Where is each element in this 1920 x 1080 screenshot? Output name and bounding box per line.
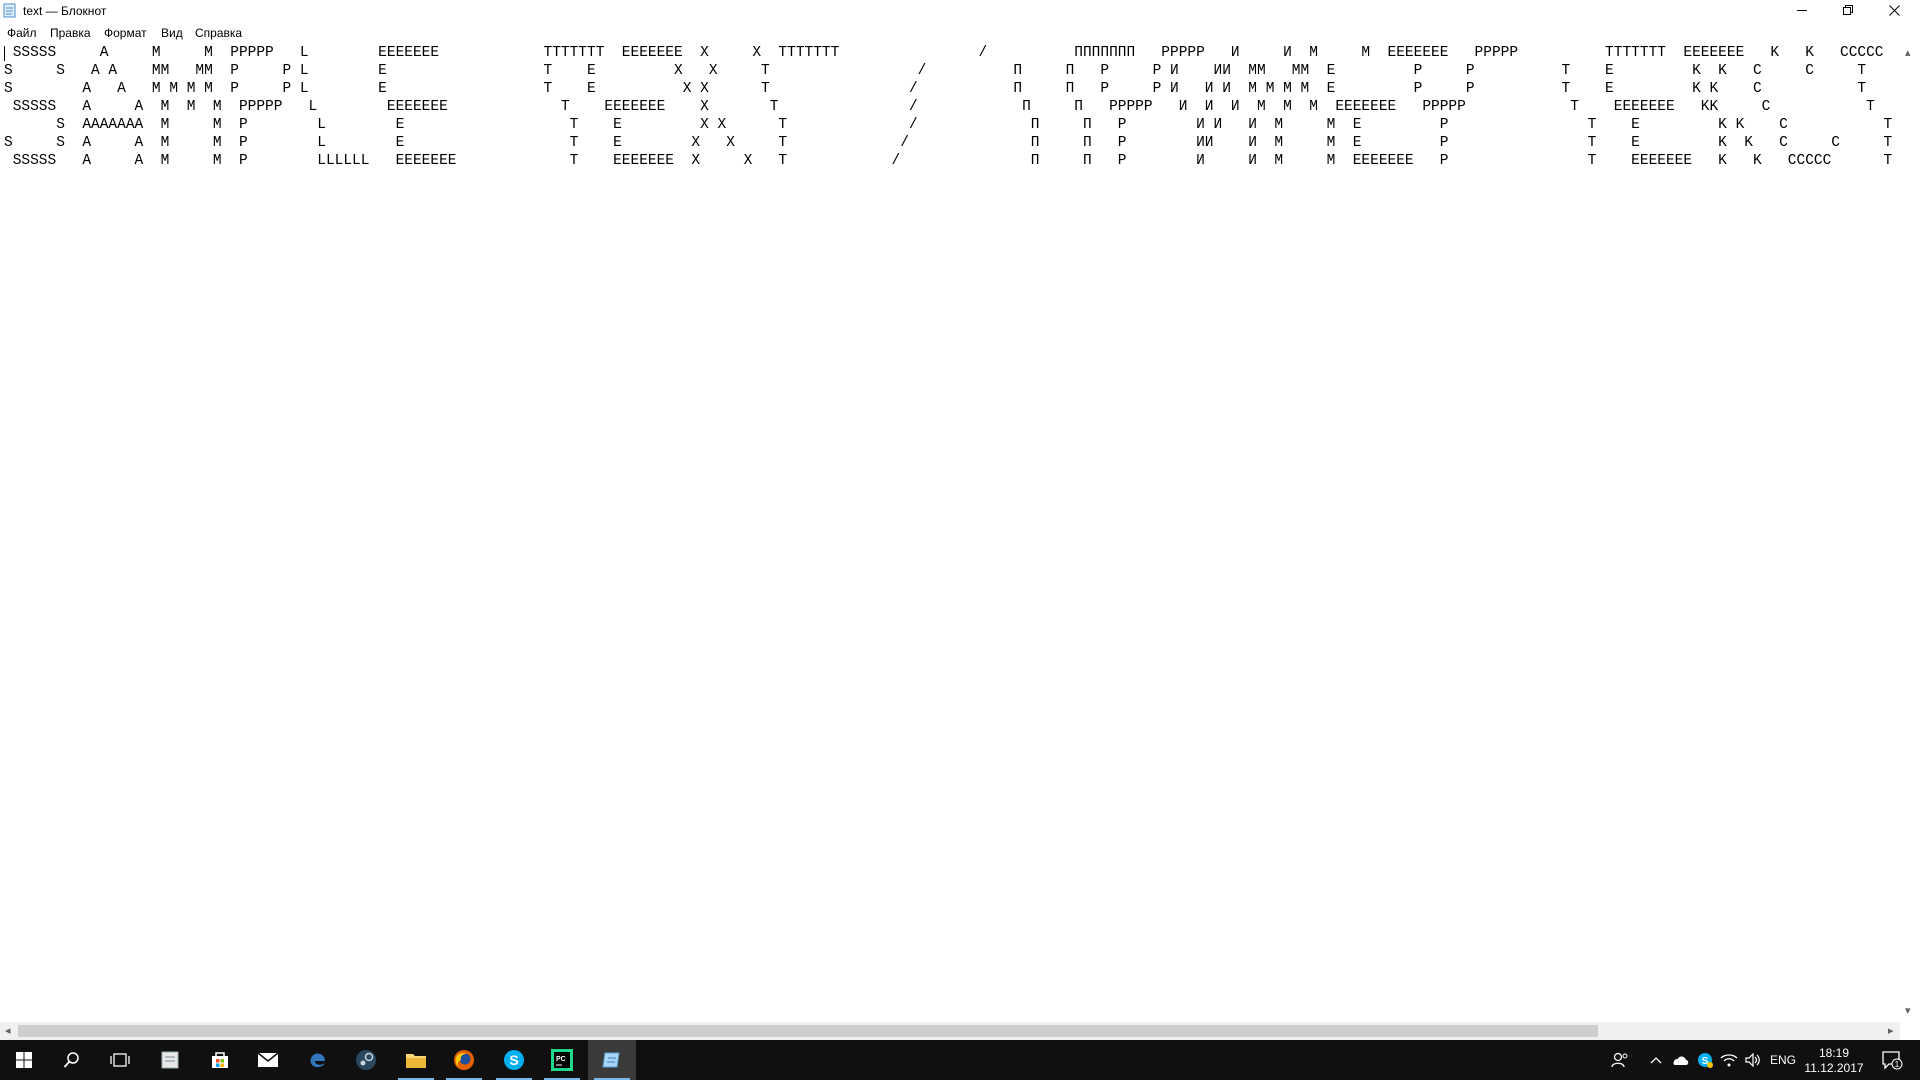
chevron-up-icon bbox=[1650, 1057, 1662, 1064]
taskbar-file-explorer[interactable] bbox=[392, 1040, 440, 1080]
steam-icon bbox=[356, 1050, 376, 1070]
document-text[interactable]: SSSSS A M M PPPPP L EEEEEEE TTTTTTT EEEE… bbox=[4, 44, 1900, 170]
horizontal-scroll-thumb[interactable] bbox=[18, 1025, 1598, 1037]
start-windows-icon bbox=[16, 1052, 32, 1068]
skype-tray[interactable]: S bbox=[1694, 1040, 1716, 1080]
svg-text:S: S bbox=[509, 1052, 518, 1068]
input-language-indicator[interactable]: ENG bbox=[1770, 1040, 1796, 1080]
scroll-left-arrow-icon[interactable]: ◂ bbox=[5, 1024, 11, 1037]
taskbar-skype[interactable]: S bbox=[490, 1040, 538, 1080]
show-hidden-icons-button[interactable] bbox=[1646, 1040, 1666, 1080]
scrollbar-corner bbox=[1900, 1022, 1920, 1040]
search-button[interactable] bbox=[48, 1040, 96, 1080]
taskbar-store[interactable] bbox=[196, 1040, 244, 1080]
taskbar: S PC S ENG 18:19 11.12.2017 1 bbox=[0, 1040, 1920, 1080]
scroll-right-arrow-icon[interactable]: ▸ bbox=[1888, 1024, 1894, 1037]
volume-tray[interactable] bbox=[1742, 1040, 1764, 1080]
window-title: text — Блокнот bbox=[23, 4, 107, 18]
menu-help[interactable]: Справка bbox=[195, 24, 242, 42]
clock-time: 18:19 bbox=[1818, 1046, 1850, 1060]
menu-edit[interactable]: Правка bbox=[50, 24, 91, 42]
menu-file[interactable]: Файл bbox=[7, 24, 37, 42]
menu-format[interactable]: Формат bbox=[104, 24, 147, 42]
minimize-button[interactable] bbox=[1780, 0, 1825, 22]
people-button[interactable] bbox=[1606, 1040, 1634, 1080]
volume-icon bbox=[1745, 1053, 1760, 1067]
start-button[interactable] bbox=[0, 1040, 48, 1080]
notification-icon: 1 bbox=[1882, 1051, 1903, 1070]
skype-tray-icon: S bbox=[1698, 1053, 1713, 1068]
search-icon bbox=[63, 1052, 79, 1068]
menu-view[interactable]: Вид bbox=[161, 24, 183, 42]
close-icon bbox=[1889, 5, 1900, 16]
scroll-up-arrow-icon[interactable]: ▴ bbox=[1905, 46, 1911, 59]
edge-icon bbox=[310, 1053, 325, 1068]
wifi-icon bbox=[1720, 1054, 1738, 1067]
title-bar[interactable]: text — Блокнот bbox=[0, 0, 1920, 22]
network-tray[interactable] bbox=[1718, 1040, 1740, 1080]
task-view-button[interactable] bbox=[96, 1040, 144, 1080]
notepad-app-icon bbox=[161, 1051, 179, 1069]
clock[interactable]: 18:19 11.12.2017 bbox=[1800, 1046, 1868, 1076]
restore-icon bbox=[1843, 5, 1853, 15]
taskbar-notepad-active[interactable] bbox=[588, 1040, 636, 1080]
store-icon bbox=[212, 1052, 228, 1068]
file-explorer-icon bbox=[406, 1054, 426, 1068]
svg-text:PC: PC bbox=[556, 1056, 566, 1063]
taskbar-firefox[interactable] bbox=[440, 1040, 488, 1080]
taskbar-mail[interactable] bbox=[244, 1040, 292, 1080]
notification-count: 1 bbox=[1895, 1060, 1900, 1069]
task-view-icon bbox=[110, 1053, 130, 1067]
taskbar-edge[interactable] bbox=[294, 1040, 342, 1080]
skype-icon: S bbox=[504, 1050, 524, 1070]
close-button[interactable] bbox=[1872, 0, 1917, 22]
pycharm-icon: PC bbox=[551, 1049, 573, 1071]
taskbar-pycharm[interactable]: PC bbox=[538, 1040, 586, 1080]
minimize-icon bbox=[1797, 10, 1807, 11]
scroll-down-arrow-icon[interactable]: ▾ bbox=[1905, 1004, 1911, 1017]
text-caret bbox=[4, 46, 5, 61]
notepad-icon bbox=[3, 3, 16, 18]
horizontal-scrollbar[interactable]: ◂ ▸ bbox=[0, 1022, 1900, 1040]
clock-date: 11.12.2017 bbox=[1804, 1061, 1864, 1075]
vertical-scrollbar[interactable]: ▴ ▾ bbox=[1900, 44, 1920, 1022]
taskbar-notepad-pinned[interactable] bbox=[146, 1040, 194, 1080]
notepad-active-icon bbox=[602, 1052, 620, 1068]
onedrive-icon bbox=[1673, 1056, 1689, 1065]
firefox-icon bbox=[454, 1050, 474, 1070]
onedrive-tray[interactable] bbox=[1668, 1040, 1692, 1080]
people-icon bbox=[1611, 1052, 1628, 1068]
mail-icon bbox=[257, 1052, 279, 1067]
action-center-button[interactable]: 1 bbox=[1872, 1040, 1912, 1080]
restore-button[interactable] bbox=[1826, 0, 1871, 22]
text-editor-area[interactable]: SSSSS A M M PPPPP L EEEEEEE TTTTTTT EEEE… bbox=[0, 44, 1900, 1022]
taskbar-steam[interactable] bbox=[342, 1040, 390, 1080]
